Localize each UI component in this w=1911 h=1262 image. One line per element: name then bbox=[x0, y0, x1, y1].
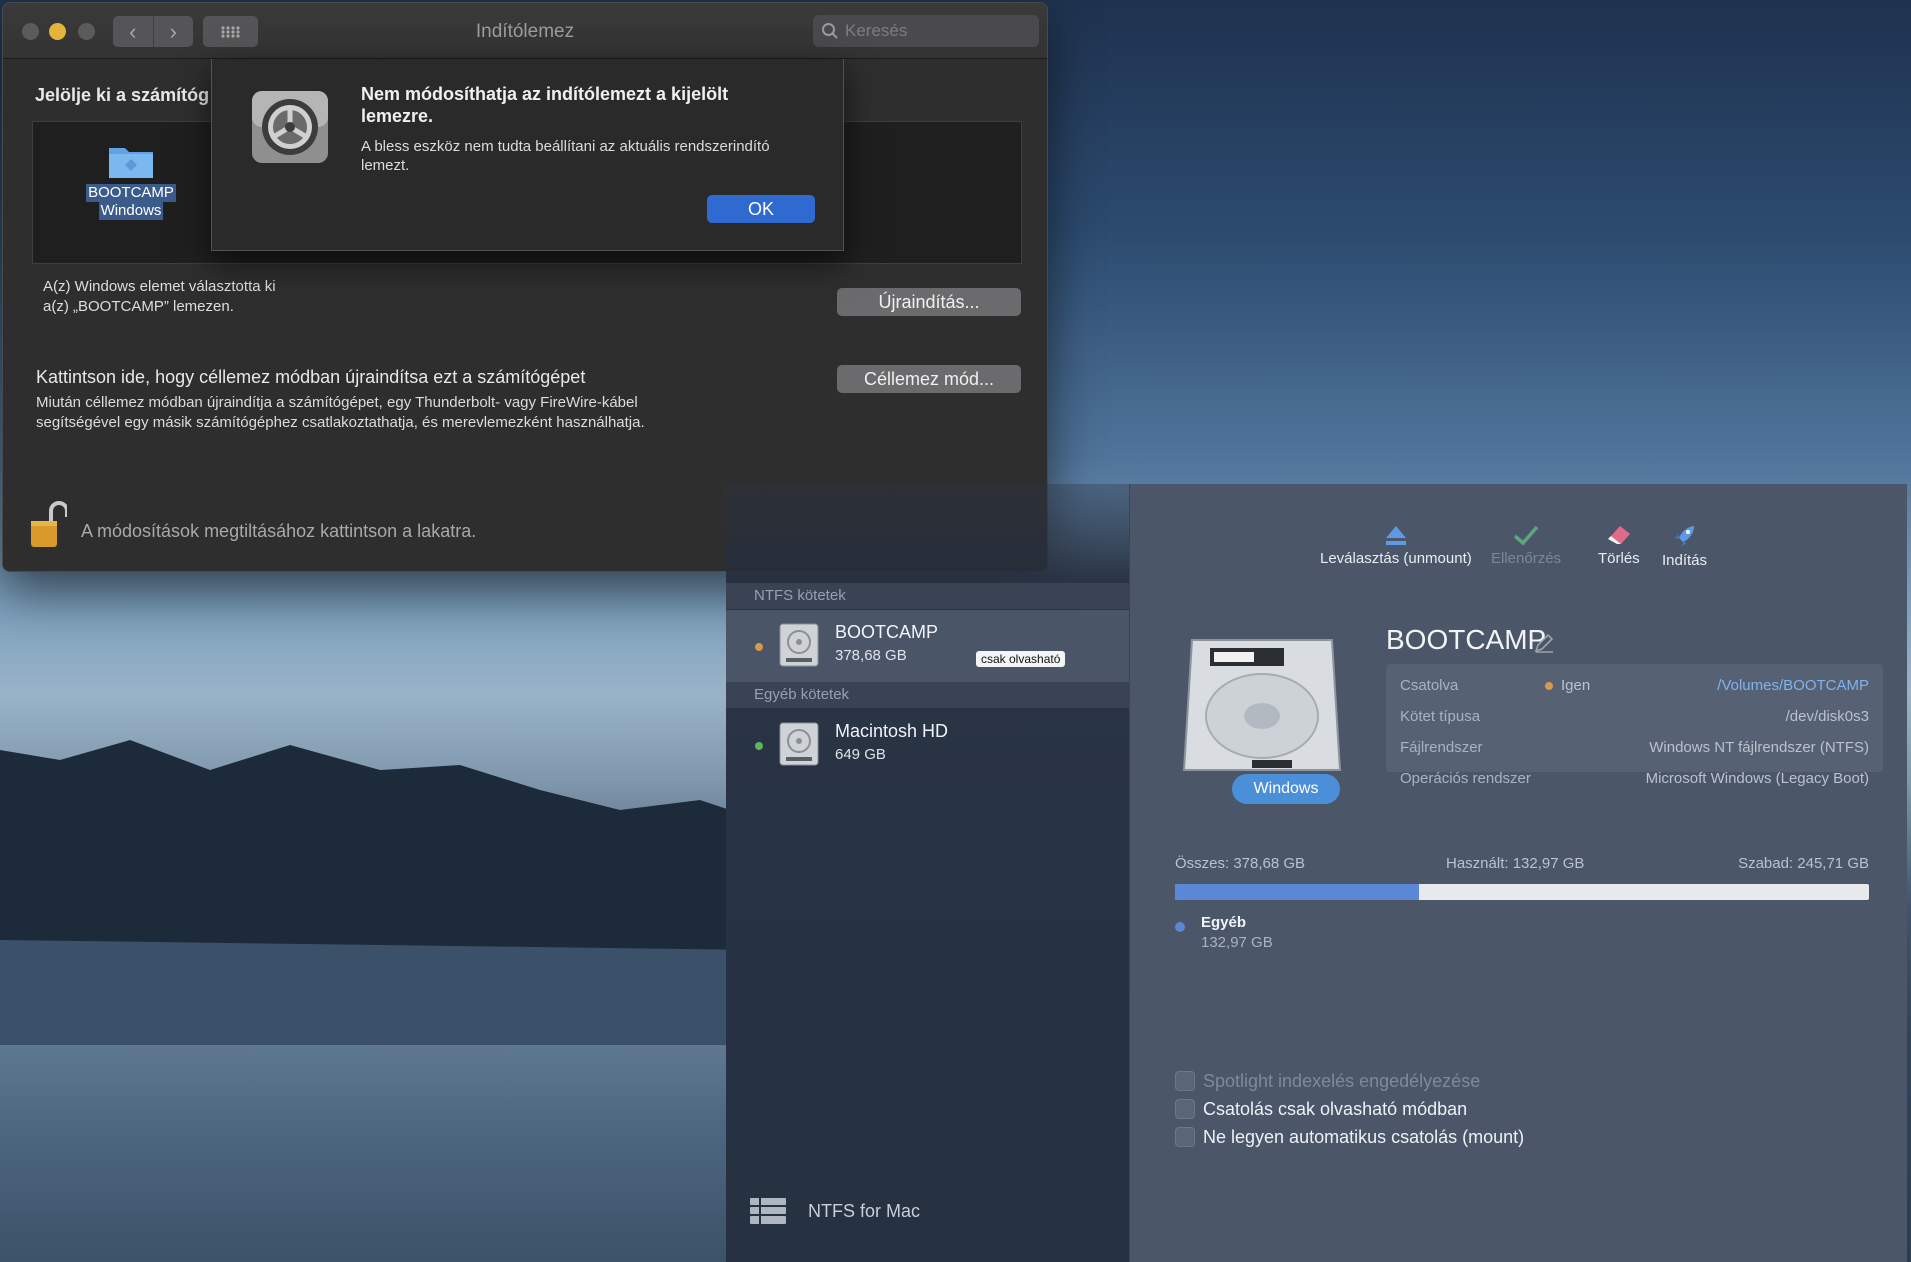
unmount-button[interactable]: Leválasztás (unmount) bbox=[1320, 524, 1472, 567]
info-row-mounted: Csatolva Igen /Volumes/BOOTCAMP bbox=[1400, 677, 1869, 699]
ntfs-volumes-header: NTFS kötetek bbox=[726, 583, 1129, 609]
verify-label: Ellenőrzés bbox=[1491, 550, 1562, 567]
option-label: Csatolás csak olvasható módban bbox=[1203, 1098, 1468, 1119]
checkbox[interactable] bbox=[1175, 1127, 1195, 1147]
verify-button[interactable]: Ellenőrzés bbox=[1491, 524, 1561, 567]
usage-bar bbox=[1175, 884, 1869, 900]
volume-title: BOOTCAMP bbox=[1386, 624, 1547, 655]
pencil-icon[interactable] bbox=[1533, 632, 1555, 654]
checkbox[interactable] bbox=[1175, 1099, 1195, 1119]
legend-dot bbox=[1175, 922, 1185, 932]
target-disk-mode-button[interactable]: Céllemez mód... bbox=[837, 365, 1021, 393]
launch-label: Indítás bbox=[1662, 552, 1708, 569]
mounted-value: Igen bbox=[1561, 677, 1591, 694]
eject-icon bbox=[1385, 526, 1406, 545]
os-tag: Windows bbox=[1232, 774, 1340, 804]
volume-info-table: Csatolva Igen /Volumes/BOOTCAMP Kötet tí… bbox=[1386, 664, 1883, 787]
info-row-os: Operációs rendszer Microsoft Windows (Le… bbox=[1400, 770, 1869, 792]
info-value: /dev/disk0s3 bbox=[1785, 708, 1869, 725]
volume-detail-pane: Windows BOOTCAMP Csatolva Igen /Volumes/… bbox=[1129, 484, 1907, 1262]
launch-button[interactable]: Indítás bbox=[1662, 524, 1707, 569]
no-automount-option[interactable]: Ne legyen automatikus csatolás (mount) bbox=[1175, 1125, 1524, 1149]
ok-button[interactable]: OK bbox=[707, 195, 815, 223]
mount-path-link[interactable]: /Volumes/BOOTCAMP bbox=[1717, 677, 1869, 694]
checkbox[interactable] bbox=[1175, 1071, 1195, 1091]
mounted-dot bbox=[1545, 682, 1553, 691]
target-disk-mode-title: Kattintson ide, hogy céllemez módban újr… bbox=[36, 367, 586, 387]
info-value: Windows NT fájlrendszer (NTFS) bbox=[1649, 739, 1869, 756]
spotlight-option[interactable]: Spotlight indexelés engedélyezése bbox=[1175, 1069, 1480, 1093]
legend-size: 132,97 GB bbox=[1201, 934, 1273, 951]
info-row-filesystem: Fájlrendszer Windows NT fájlrendszer (NT… bbox=[1400, 739, 1869, 761]
select-disk-heading: Jelölje ki a számítóg bbox=[35, 85, 210, 105]
disk-name-line2: Windows bbox=[98, 202, 164, 220]
lake-surface bbox=[0, 1045, 740, 1262]
target-desc-line1: Miután céllemez módban újraindítja a szá… bbox=[36, 394, 638, 411]
volume-row-bootcamp[interactable]: BOOTCAMP 378,68 GB csak olvasható bbox=[726, 610, 1129, 682]
rocket-icon bbox=[1674, 526, 1694, 546]
info-row-volume-type: Kötet típusa /dev/disk0s3 bbox=[1400, 708, 1869, 730]
info-label: Operációs rendszer bbox=[1400, 770, 1531, 787]
info-mid: Igen bbox=[1545, 677, 1590, 694]
selection-summary-line2: a(z) „BOOTCAMP” lemezen. bbox=[43, 298, 234, 315]
bootcamp-disk-item[interactable]: BOOTCAMP Windows bbox=[83, 142, 179, 220]
info-value: Microsoft Windows (Legacy Boot) bbox=[1645, 770, 1869, 787]
used-capacity: Használt: 132,97 GB bbox=[1446, 855, 1585, 872]
hard-drive-icon bbox=[779, 722, 819, 766]
total-capacity: Összes: 378,68 GB bbox=[1175, 855, 1306, 872]
alert-title: Nem módosíthatja az indítólemezt a kijel… bbox=[361, 84, 729, 126]
volume-name: BOOTCAMP bbox=[835, 622, 939, 642]
other-volumes-header: Egyéb kötetek bbox=[726, 682, 1129, 708]
system-preferences-gear-icon bbox=[250, 89, 330, 170]
alert-message: A bless eszköz nem tudta beállítani az a… bbox=[361, 138, 770, 174]
restart-button[interactable]: Újraindítás... bbox=[837, 288, 1021, 316]
option-label: Ne legyen automatikus csatolás (mount) bbox=[1203, 1126, 1525, 1147]
ntfs-toolbar: Leválasztás (unmount) Ellenőrzés Törlés … bbox=[1129, 484, 1907, 584]
usage-bar-fill bbox=[1175, 884, 1419, 900]
app-brand: NTFS for Mac bbox=[748, 1196, 920, 1226]
eraser-icon bbox=[1607, 526, 1630, 544]
search-icon bbox=[822, 23, 838, 39]
app-name: NTFS for Mac bbox=[808, 1200, 921, 1221]
folder-icon bbox=[109, 148, 153, 178]
erase-label: Törlés bbox=[1598, 550, 1640, 567]
volume-size: 378,68 GB bbox=[835, 647, 907, 664]
volume-size: 649 GB bbox=[835, 746, 886, 763]
option-label: Spotlight indexelés engedélyezése bbox=[1203, 1070, 1481, 1091]
checkmark-icon bbox=[1513, 525, 1539, 546]
disk-name-line1: BOOTCAMP bbox=[86, 184, 176, 202]
volume-name: Macintosh HD bbox=[835, 721, 949, 741]
unmount-label: Leválasztás (unmount) bbox=[1320, 550, 1472, 567]
unlocked-padlock-icon[interactable] bbox=[29, 501, 69, 554]
target-disk-mode-description: Miután céllemez módban újraindítja a szá… bbox=[36, 393, 796, 433]
read-only-mount-option[interactable]: Csatolás csak olvasható módban bbox=[1175, 1097, 1467, 1121]
selection-summary: A(z) Windows elemet választotta ki a(z) … bbox=[43, 277, 276, 317]
hard-drive-large-icon bbox=[1182, 630, 1342, 795]
hard-drive-icon bbox=[779, 623, 819, 667]
search-placeholder: Keresés bbox=[845, 21, 908, 40]
ntfs-logo-icon bbox=[750, 1198, 786, 1224]
info-label: Fájlrendszer bbox=[1400, 739, 1483, 756]
info-label: Csatolva bbox=[1400, 677, 1459, 694]
volume-row-macintosh-hd[interactable]: Macintosh HD 649 GB bbox=[726, 709, 1129, 781]
error-alert-sheet: Nem módosíthatja az indítólemezt a kijel… bbox=[211, 59, 844, 251]
mount-status-dot bbox=[755, 742, 763, 750]
read-only-badge: csak olvasható bbox=[976, 651, 1066, 667]
erase-button[interactable]: Törlés bbox=[1598, 524, 1640, 567]
volume-sidebar: NTFS kötetek BOOTCAMP 378,68 GB csak olv… bbox=[726, 484, 1129, 1262]
selection-summary-line1: A(z) Windows elemet választotta ki bbox=[43, 278, 276, 295]
target-desc-line2: segítségével egy másik számítógéphez csa… bbox=[36, 414, 645, 431]
mount-status-dot bbox=[755, 643, 763, 651]
legend-name: Egyéb bbox=[1201, 914, 1247, 931]
search-field[interactable]: Keresés bbox=[813, 15, 1039, 47]
free-capacity: Szabad: 245,71 GB bbox=[1738, 855, 1869, 872]
lock-hint-text: A módosítások megtiltásához kattintson a… bbox=[81, 521, 477, 541]
window-titlebar: ‹ › Indítólemez Keresés bbox=[3, 3, 1047, 59]
info-label: Kötet típusa bbox=[1400, 708, 1481, 725]
ntfs-for-mac-window: NTFS kötetek BOOTCAMP 378,68 GB csak olv… bbox=[726, 484, 1907, 1262]
